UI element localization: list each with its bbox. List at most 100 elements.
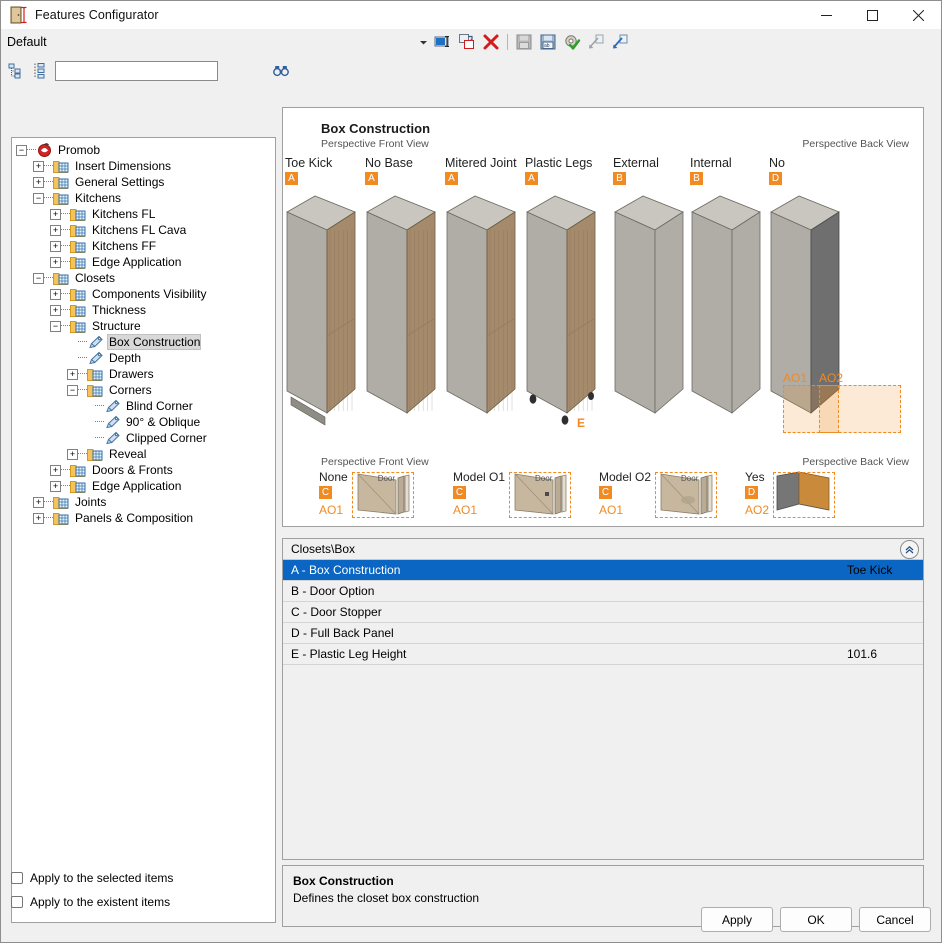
tree-connector (27, 149, 36, 151)
expand-node-icon[interactable]: + (50, 256, 61, 268)
tree-root: − Promob + Insert Dimensions + General Settin… (12, 138, 275, 526)
tree-item-blind-corner[interactable]: Blind Corner (16, 398, 275, 414)
tree-item-kitchens[interactable]: − Kitchens (16, 190, 275, 206)
save-as-profile-icon[interactable]: ab (537, 31, 559, 53)
expand-node-icon[interactable]: + (67, 448, 78, 460)
tree-item-label: Reveal (109, 447, 147, 461)
cancel-button[interactable]: Cancel (859, 907, 931, 932)
dimension-label: E (577, 416, 586, 430)
tree-item-reveal[interactable]: + Reveal (16, 446, 275, 462)
delete-profile-icon[interactable] (480, 31, 502, 53)
expand-node-icon[interactable]: + (50, 224, 61, 236)
property-row[interactable]: D - Full Back Panel (283, 623, 923, 644)
tree-item-clipped-corner[interactable]: Clipped Corner (16, 430, 275, 446)
property-value[interactable]: 101.6 (843, 647, 923, 661)
expand-node-icon[interactable]: + (33, 512, 44, 524)
apply-settings-icon[interactable] (561, 31, 583, 53)
save-profile-icon[interactable] (513, 31, 535, 53)
tree-item-promob[interactable]: − Promob (16, 142, 275, 158)
expand-node-icon[interactable]: + (50, 304, 61, 316)
export-profile-icon[interactable] (609, 31, 631, 53)
tree-item-kitchens-fl-cava[interactable]: + Kitchens FL Cava (16, 222, 275, 238)
cabinet-label: Mitered Joint (445, 156, 517, 170)
tree-item-kitchens-fl[interactable]: + Kitchens FL (16, 206, 275, 222)
tree-connector (44, 277, 53, 279)
tree-item-90-oblique[interactable]: 90° & Oblique (16, 414, 275, 430)
expand-node-icon[interactable]: + (50, 480, 61, 492)
tree-item-label: General Settings (75, 175, 165, 189)
collapse-node-icon[interactable]: − (33, 192, 44, 204)
tree-connector (61, 309, 70, 311)
dropdown-caret-icon[interactable] (416, 31, 430, 53)
property-row[interactable]: C - Door Stopper (283, 602, 923, 623)
property-row[interactable]: E - Plastic Leg Height 101.6 (283, 644, 923, 665)
tree-connector (78, 341, 87, 343)
tree-item-closets[interactable]: − Closets (16, 270, 275, 286)
tree-item-label: Promob (58, 143, 101, 157)
expand-node-icon[interactable]: + (33, 160, 44, 172)
dialog-buttons: Apply OK Cancel (701, 907, 931, 932)
tree-item-drawers[interactable]: + Drawers (16, 366, 275, 382)
collapse-node-icon[interactable]: − (67, 384, 78, 396)
tree-item-components-visibility[interactable]: + Components Visibility (16, 286, 275, 302)
property-row[interactable]: A - Box Construction Toe Kick (283, 560, 923, 581)
tree-item-general-settings[interactable]: + General Settings (16, 174, 275, 190)
tree-item-label: Clipped Corner (126, 431, 207, 445)
tree-item-structure[interactable]: − Structure (16, 318, 275, 334)
import-profile-icon[interactable] (585, 31, 607, 53)
expand-node-icon[interactable]: + (33, 176, 44, 188)
search-input[interactable] (55, 61, 218, 81)
expand-node-icon[interactable]: + (50, 288, 61, 300)
expand-all-icon[interactable] (31, 60, 49, 82)
collapse-node-icon[interactable]: − (50, 320, 61, 332)
tree-item-corners[interactable]: − Corners (16, 382, 275, 398)
apply-selected-checkbox[interactable] (11, 872, 23, 884)
tree-item-insert-dimensions[interactable]: + Insert Dimensions (16, 158, 275, 174)
tree-item-panels-composition[interactable]: + Panels & Composition (16, 510, 275, 526)
annotation-label: AO1 (783, 371, 808, 385)
collapse-node-icon[interactable]: − (16, 144, 27, 156)
tree-search-row (1, 55, 289, 87)
tree-item-doors-fronts[interactable]: + Doors & Fronts (16, 462, 275, 478)
ok-button[interactable]: OK (780, 907, 852, 932)
feature-tree[interactable]: − Promob + Insert Dimensions + General Settin… (11, 137, 276, 923)
apply-button[interactable]: Apply (701, 907, 773, 932)
collapse-node-icon[interactable]: − (33, 272, 44, 284)
property-value[interactable]: Toe Kick (843, 563, 923, 577)
expand-node-icon[interactable]: + (67, 368, 78, 380)
duplicate-profile-icon[interactable] (456, 31, 478, 53)
maximize-button[interactable] (849, 1, 895, 29)
expand-node-icon[interactable]: + (33, 496, 44, 508)
tree-item-depth[interactable]: Depth (16, 350, 275, 366)
apply-existent-checkbox[interactable] (11, 896, 23, 908)
apply-selected-row[interactable]: Apply to the selected items (11, 866, 173, 890)
expand-node-icon[interactable]: + (50, 240, 61, 252)
tree-item-edge-application[interactable]: + Edge Application (16, 254, 275, 270)
folder-icon (53, 511, 71, 526)
apply-existent-row[interactable]: Apply to the existent items (11, 890, 173, 914)
collapse-all-icon[interactable] (7, 60, 25, 82)
profile-toolbar: Default ab (1, 29, 941, 55)
tree-item-kitchens-ff[interactable]: + Kitchens FF (16, 238, 275, 254)
close-button[interactable] (895, 1, 941, 29)
toolbar-buttons: ab (416, 29, 631, 55)
tree-item-label: Corners (109, 383, 152, 397)
tree-item-thickness[interactable]: + Thickness (16, 302, 275, 318)
tree-item-edge-application[interactable]: + Edge Application (16, 478, 275, 494)
rename-profile-icon[interactable] (432, 31, 454, 53)
thumbnail-text-block: Yes D AO2 (745, 470, 769, 517)
expand-node-icon[interactable]: + (50, 464, 61, 476)
tree-item-joints[interactable]: + Joints (16, 494, 275, 510)
tree-item-label: Panels & Composition (75, 511, 194, 525)
property-row[interactable]: B - Door Option (283, 581, 923, 602)
collapse-panel-button[interactable] (900, 540, 919, 559)
expand-node-icon[interactable]: + (50, 208, 61, 220)
folder-icon (70, 239, 88, 254)
tree-item-box-construction[interactable]: Box Construction (16, 334, 275, 350)
minimize-button[interactable] (803, 1, 849, 29)
thumbnail-badge: C (599, 486, 612, 499)
